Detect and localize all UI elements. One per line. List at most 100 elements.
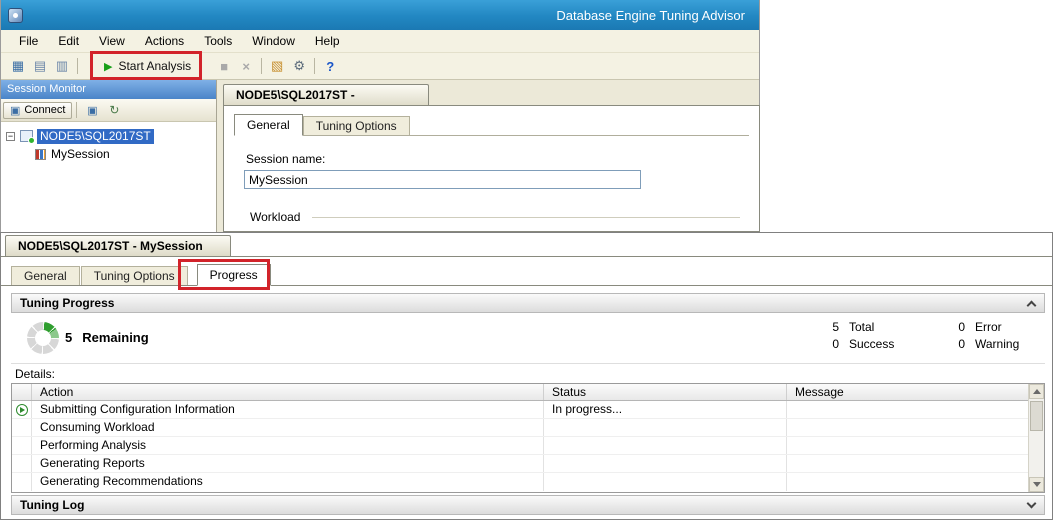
menu-actions[interactable]: Actions <box>135 31 194 51</box>
in-progress-icon <box>16 404 28 416</box>
session-monitor-panel: Session Monitor ▣ Connect ▣ ↻ − NODE5\SQ… <box>1 80 217 232</box>
table-row[interactable]: Consuming Workload <box>12 419 1028 437</box>
help-icon[interactable]: ? <box>320 57 340 75</box>
toolbar-separator <box>77 58 78 74</box>
session-name-input[interactable] <box>244 170 641 189</box>
collapse-chevron-icon[interactable] <box>1027 301 1037 311</box>
server-node-label: NODE5\SQL2017ST <box>37 129 154 144</box>
connect-icon: ▣ <box>10 104 20 117</box>
workload-groupbox-line <box>312 217 740 218</box>
session-name-label: Session name: <box>246 152 325 166</box>
row-action: Generating Recommendations <box>32 473 544 491</box>
cancel-analysis-icon[interactable]: × <box>236 57 256 75</box>
column-header-action[interactable]: Action <box>32 384 544 400</box>
connect-button[interactable]: ▣ Connect <box>3 102 72 119</box>
server-icon <box>20 130 33 142</box>
tab-progress[interactable]: Progress <box>197 264 271 286</box>
stat-total-value: 5 <box>823 319 839 336</box>
arrow-up-icon <box>1033 389 1041 394</box>
menu-bar: File Edit View Actions Tools Window Help <box>1 30 759 53</box>
row-status <box>544 473 787 491</box>
menu-edit[interactable]: Edit <box>48 31 89 51</box>
column-header-status[interactable]: Status <box>544 384 787 400</box>
tab-tuning-options[interactable]: Tuning Options <box>81 266 188 285</box>
tree-expander-icon[interactable]: − <box>6 132 15 141</box>
tuning-log-header[interactable]: Tuning Log <box>11 495 1045 515</box>
tuning-log-title: Tuning Log <box>20 498 84 512</box>
menu-view[interactable]: View <box>89 31 135 51</box>
table-header-row: Action Status Message <box>12 384 1028 401</box>
stat-total-label: Total <box>849 319 874 336</box>
menu-help[interactable]: Help <box>305 31 350 51</box>
table-row[interactable]: Performing Analysis <box>12 437 1028 455</box>
row-status <box>544 437 787 454</box>
toolbar-separator <box>76 102 77 118</box>
scroll-up-button[interactable] <box>1029 384 1044 399</box>
row-status: In progress... <box>544 401 787 418</box>
menu-file[interactable]: File <box>9 31 48 51</box>
table-scrollbar[interactable] <box>1028 384 1044 492</box>
tree-item-session[interactable]: MySession <box>1 145 216 163</box>
remaining-label: Remaining <box>82 330 148 345</box>
top-document-tab[interactable]: NODE5\SQL2017ST - MySession <box>223 84 429 106</box>
start-analysis-button[interactable]: ▶ Start Analysis <box>96 56 199 76</box>
open-session-icon[interactable]: ▤ <box>30 57 50 75</box>
row-action: Performing Analysis <box>32 437 544 454</box>
tab-baseline <box>1 256 1052 257</box>
tab-general[interactable]: General <box>11 266 80 285</box>
refresh-icon[interactable]: ↻ <box>104 101 124 119</box>
window-title: Database Engine Tuning Advisor <box>23 8 759 23</box>
session-node-label: MySession <box>51 147 110 161</box>
selector-column-header <box>12 384 32 400</box>
table-row[interactable]: Submitting Configuration Information In … <box>12 401 1028 419</box>
progress-summary: 5Remaining 5 Total 0 Success 0 Error 0 W… <box>11 313 1045 364</box>
tuning-progress-header[interactable]: Tuning Progress <box>11 293 1045 313</box>
main-window: Database Engine Tuning Advisor File Edit… <box>0 0 760 232</box>
progress-document-tab[interactable]: NODE5\SQL2017ST - MySession <box>5 235 231 256</box>
import-options-icon[interactable]: ▧ <box>267 57 287 75</box>
progress-spinner-icon <box>27 322 59 354</box>
row-message <box>787 401 1028 418</box>
row-action: Generating Reports <box>32 455 544 472</box>
stat-warning-label: Warning <box>975 336 1019 353</box>
stat-success: 0 Success <box>823 336 894 353</box>
tab-tuning-options[interactable]: Tuning Options <box>303 116 410 135</box>
expand-chevron-icon[interactable] <box>1027 499 1037 509</box>
row-action: Submitting Configuration Information <box>32 401 544 418</box>
column-header-message[interactable]: Message <box>787 384 1028 400</box>
new-session-icon[interactable]: ▦ <box>8 57 28 75</box>
apply-recommendations-icon[interactable]: ⚙ <box>289 57 309 75</box>
scroll-down-button[interactable] <box>1029 477 1044 492</box>
top-document-body: General Tuning Options Session name: Wor… <box>223 105 760 232</box>
row-message <box>787 437 1028 454</box>
tab-general[interactable]: General <box>234 114 303 136</box>
progress-panel: NODE5\SQL2017ST - MySession General Tuni… <box>0 232 1053 520</box>
top-tabstrip: General Tuning Options <box>234 114 749 136</box>
row-action: Consuming Workload <box>32 419 544 436</box>
menu-window[interactable]: Window <box>242 31 305 51</box>
row-message <box>787 455 1028 472</box>
stat-warning: 0 Warning <box>949 336 1019 353</box>
stat-error-label: Error <box>975 319 1002 336</box>
title-bar: Database Engine Tuning Advisor <box>1 0 759 30</box>
stop-analysis-icon[interactable]: ■ <box>214 57 234 75</box>
server-monitor-icon[interactable]: ▣ <box>82 101 102 119</box>
progress-tabstrip: General Tuning Options Progress <box>1 262 1052 286</box>
tree-item-server[interactable]: − NODE5\SQL2017ST <box>1 127 216 145</box>
stat-group-left: 5 Total 0 Success <box>823 319 894 353</box>
table-row[interactable]: Generating Reports <box>12 455 1028 473</box>
scrollbar-thumb[interactable] <box>1030 401 1043 431</box>
remaining-counter: 5Remaining <box>65 330 149 345</box>
menu-tools[interactable]: Tools <box>194 31 242 51</box>
table-row[interactable]: Generating Recommendations <box>12 473 1028 491</box>
toolbar-separator <box>314 58 315 74</box>
toolbar-separator <box>261 58 262 74</box>
session-monitor-toolbar: ▣ Connect ▣ ↻ <box>1 99 216 122</box>
view-workload-icon[interactable]: ▥ <box>52 57 72 75</box>
main-toolbar: ▦ ▤ ▥ ▶ Start Analysis ■ × ▧ ⚙ ? <box>1 53 759 80</box>
row-message <box>787 419 1028 436</box>
session-monitor-title: Session Monitor <box>1 80 216 99</box>
stat-group-right: 0 Error 0 Warning <box>949 319 1019 353</box>
session-icon <box>35 149 46 160</box>
row-message <box>787 473 1028 491</box>
